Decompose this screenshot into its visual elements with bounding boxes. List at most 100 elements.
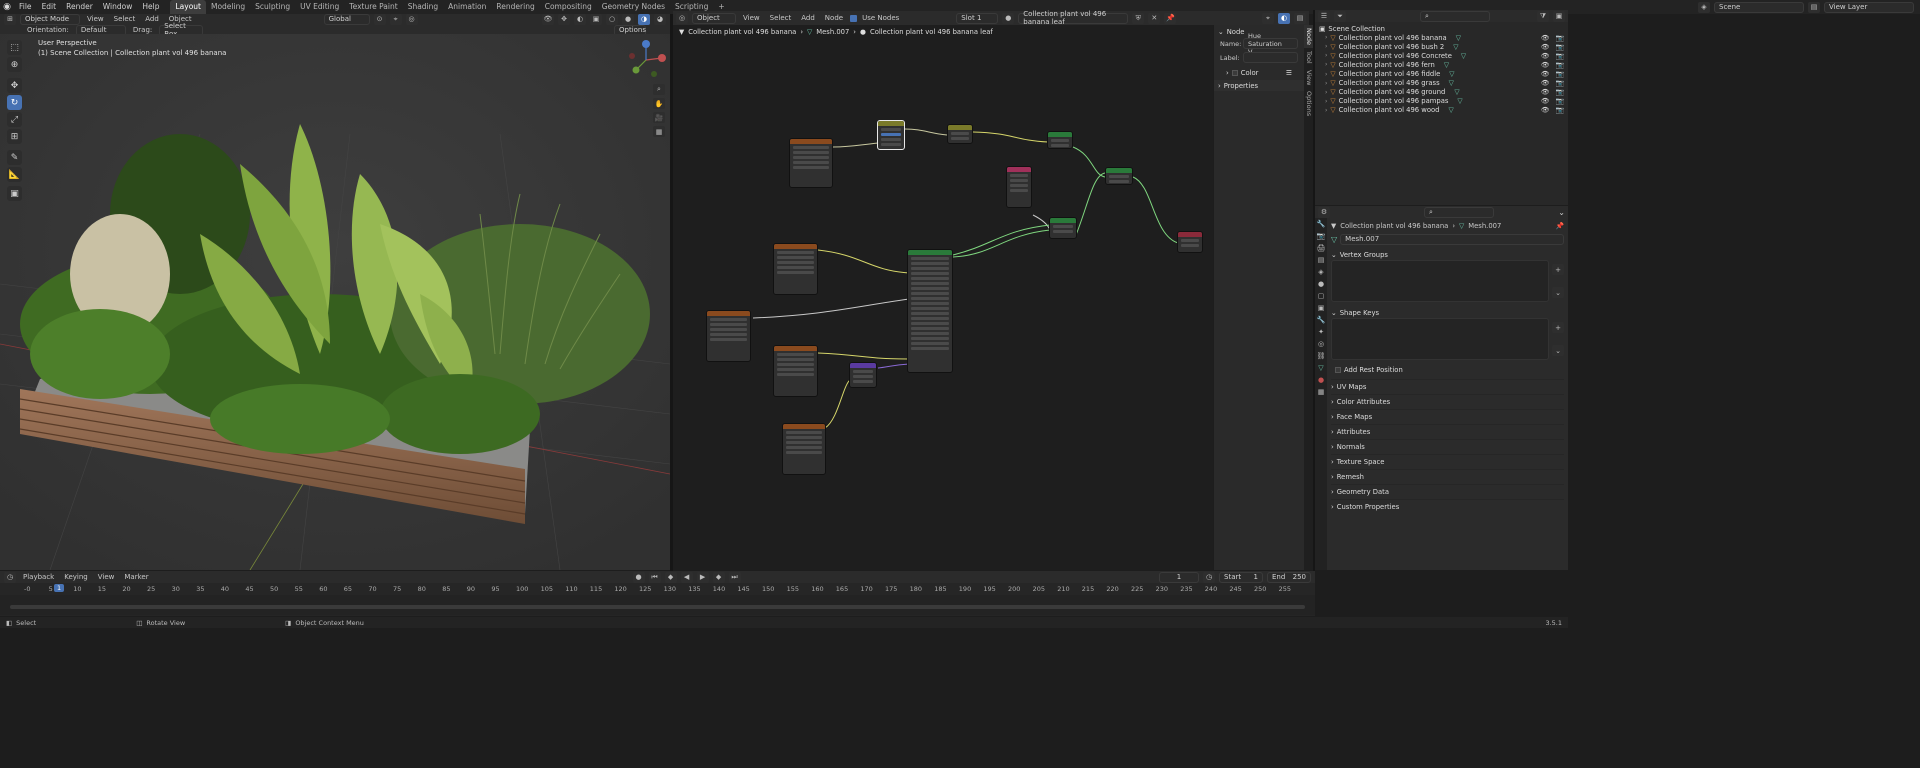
physics-tab-icon[interactable]: ◎ bbox=[1318, 340, 1324, 348]
outliner-root[interactable]: ▣ Scene Collection bbox=[1319, 24, 1564, 33]
play-icon[interactable]: ▶ bbox=[696, 571, 709, 583]
expand-icon[interactable]: › bbox=[1325, 98, 1327, 105]
node-image-texture-4[interactable] bbox=[773, 345, 818, 397]
add-rest-position-row[interactable]: Add Rest Position bbox=[1331, 364, 1564, 375]
menu-edit[interactable]: Edit bbox=[37, 0, 62, 14]
vp-menu-add[interactable]: Add bbox=[142, 15, 162, 23]
tl-menu-view[interactable]: View bbox=[95, 573, 118, 581]
outliner-editor-icon[interactable]: ☰ bbox=[1318, 10, 1330, 22]
node-editor-type-icon[interactable]: ◎ bbox=[676, 12, 688, 24]
select-tool-icon[interactable]: ⬚ bbox=[7, 40, 22, 55]
use-nodes-toggle[interactable]: Use Nodes bbox=[850, 14, 902, 22]
pivot-icon[interactable]: ⊙ bbox=[373, 13, 386, 25]
material-icon[interactable]: ● bbox=[1002, 12, 1015, 24]
render-camera-icon[interactable]: 📷 bbox=[1556, 61, 1564, 69]
timeline-track[interactable] bbox=[0, 595, 1315, 615]
properties-section[interactable]: › Remesh bbox=[1331, 469, 1564, 484]
properties-section[interactable]: › Color Attributes bbox=[1331, 394, 1564, 409]
use-nodes-checkbox[interactable] bbox=[850, 14, 858, 22]
node-image-texture[interactable] bbox=[789, 138, 833, 188]
rotate-tool-icon[interactable]: ↻ bbox=[7, 95, 22, 110]
material-tab-icon[interactable]: ● bbox=[1318, 376, 1324, 384]
tab-animation[interactable]: Animation bbox=[443, 0, 491, 14]
expand-icon[interactable]: › bbox=[1325, 89, 1327, 96]
outliner-filter-icon[interactable]: ⧩ bbox=[1537, 10, 1549, 22]
tab-uv-editing[interactable]: UV Editing bbox=[295, 0, 344, 14]
tl-menu-marker[interactable]: Marker bbox=[121, 573, 151, 581]
node-color-mix-2[interactable] bbox=[1047, 131, 1073, 149]
list-icon[interactable]: ☰ bbox=[1286, 69, 1292, 77]
expand-icon[interactable]: › bbox=[1325, 80, 1327, 87]
pin-icon[interactable]: 📌 bbox=[1164, 12, 1177, 24]
mesh-data-icon[interactable]: ▽ bbox=[1331, 235, 1337, 244]
grid-view-icon[interactable]: ▦ bbox=[653, 126, 665, 137]
3d-viewport[interactable]: User Perspective (1) Scene Collection | … bbox=[0, 34, 670, 570]
menu-file[interactable]: File bbox=[14, 0, 37, 14]
snap-icon[interactable]: ⌖ bbox=[389, 13, 402, 25]
expand-icon[interactable]: › bbox=[1325, 52, 1327, 59]
blender-logo-icon[interactable]: ◉ bbox=[0, 0, 14, 14]
world-tab-icon[interactable]: ● bbox=[1318, 280, 1324, 288]
close-icon[interactable]: ✕ bbox=[1148, 12, 1161, 24]
tab-sculpting[interactable]: Sculpting bbox=[250, 0, 295, 14]
shading-wire-icon[interactable]: ○ bbox=[606, 13, 618, 25]
render-camera-icon[interactable]: 📷 bbox=[1556, 70, 1564, 78]
visibility-eye-icon[interactable]: 👁 bbox=[1541, 88, 1550, 96]
shading-solid-icon[interactable]: ● bbox=[622, 13, 634, 25]
visibility-eye-icon[interactable]: 👁 bbox=[1541, 106, 1550, 114]
playhead-marker[interactable]: 1 bbox=[54, 584, 65, 592]
tab-geometry-nodes[interactable]: Geometry Nodes bbox=[597, 0, 670, 14]
transform-tool-icon[interactable]: ⊞ bbox=[7, 129, 22, 144]
scene-tab-icon[interactable]: ◈ bbox=[1318, 268, 1323, 276]
add-cube-tool-icon[interactable]: ▣ bbox=[7, 186, 22, 201]
properties-section[interactable]: › Texture Space bbox=[1331, 454, 1564, 469]
next-key-icon[interactable]: ◆ bbox=[712, 571, 725, 583]
outliner-item[interactable]: › ▽ Collection plant vol 496 fern ▽ 👁 📷 bbox=[1319, 60, 1564, 69]
timeline-editor-icon[interactable]: ◷ bbox=[4, 571, 16, 583]
overlay-node-icon[interactable]: ◐ bbox=[1278, 12, 1290, 24]
visibility-eye-icon[interactable]: 👁 bbox=[1541, 97, 1550, 105]
properties-section[interactable]: › Attributes bbox=[1331, 424, 1564, 439]
end-frame-input[interactable]: End 250 bbox=[1267, 571, 1311, 583]
texture-tab-icon[interactable]: ▦ bbox=[1318, 388, 1325, 396]
properties-section[interactable]: › Normals bbox=[1331, 439, 1564, 454]
shader-type-selector[interactable]: Object bbox=[692, 12, 736, 24]
tab-compositing[interactable]: Compositing bbox=[540, 0, 597, 14]
measure-tool-icon[interactable]: 📐 bbox=[7, 167, 22, 182]
annotate-tool-icon[interactable]: ✎ bbox=[7, 150, 22, 165]
outliner-item[interactable]: › ▽ Collection plant vol 496 grass ▽ 👁 📷 bbox=[1319, 79, 1564, 88]
vertex-groups-header[interactable]: ⌄ Vertex Groups bbox=[1331, 249, 1564, 260]
properties-section-header[interactable]: › Properties bbox=[1214, 80, 1304, 91]
tab-rendering[interactable]: Rendering bbox=[491, 0, 539, 14]
navigation-gizmo[interactable] bbox=[626, 40, 666, 80]
prev-key-icon[interactable]: ◆ bbox=[664, 571, 677, 583]
visibility-eye-icon[interactable]: 👁 bbox=[1541, 43, 1550, 51]
render-camera-icon[interactable]: 📷 bbox=[1556, 97, 1564, 105]
render-camera-icon[interactable]: 📷 bbox=[1556, 106, 1564, 114]
material-selector[interactable]: Collection plant vol 496 banana leaf bbox=[1018, 10, 1129, 26]
render-camera-icon[interactable]: 📷 bbox=[1556, 88, 1564, 96]
node-hue-saturation[interactable] bbox=[877, 120, 905, 150]
pin-icon[interactable]: 📌 bbox=[1556, 222, 1564, 230]
particles-tab-icon[interactable]: ✦ bbox=[1318, 328, 1324, 336]
node-material-output[interactable] bbox=[1177, 231, 1203, 253]
chevron-down-icon[interactable]: ⌄ bbox=[1552, 287, 1564, 298]
tab-shading[interactable]: Shading bbox=[403, 0, 443, 14]
tl-menu-keying[interactable]: Keying bbox=[61, 573, 91, 581]
outliner-item[interactable]: › ▽ Collection plant vol 496 fiddle ▽ 👁 📷 bbox=[1319, 69, 1564, 78]
visibility-icon[interactable]: 👁 bbox=[542, 13, 554, 25]
properties-section[interactable]: › Geometry Data bbox=[1331, 484, 1564, 499]
jump-start-icon[interactable]: ⏮ bbox=[648, 571, 661, 583]
cursor-tool-icon[interactable]: ⊕ bbox=[7, 57, 22, 72]
expand-icon[interactable]: › bbox=[1325, 71, 1327, 78]
shape-keys-list[interactable] bbox=[1331, 318, 1549, 360]
outliner-item[interactable]: › ▽ Collection plant vol 496 banana ▽ 👁 📷 bbox=[1319, 33, 1564, 42]
node-normal-map[interactable] bbox=[849, 362, 877, 388]
view-layer-selector[interactable]: View Layer bbox=[1824, 1, 1914, 13]
timeline-ruler[interactable]: -0 5 10 15 20 25 30 35 40 45 50 55 60 65 70 75 80 85 90 95 1… bbox=[0, 583, 1315, 595]
ne-menu-select[interactable]: Select bbox=[767, 14, 795, 22]
node-image-texture-5[interactable] bbox=[782, 423, 826, 475]
scene-icon[interactable]: ◈ bbox=[1698, 1, 1710, 13]
ne-menu-node[interactable]: Node bbox=[822, 14, 846, 22]
sidebar-tab-tool[interactable]: Tool bbox=[1304, 48, 1313, 67]
